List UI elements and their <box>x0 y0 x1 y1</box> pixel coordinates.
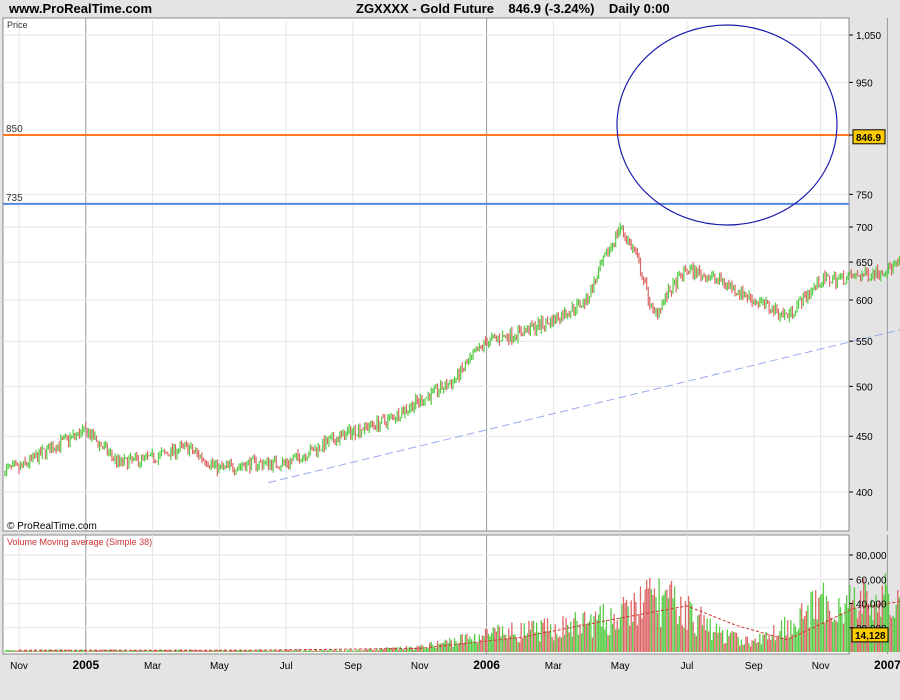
price-y-tick-label: 750 <box>856 190 873 201</box>
x-tick-label: May <box>611 661 630 672</box>
price-y-tick-label: 700 <box>856 223 873 234</box>
support-line-label: 735 <box>6 193 23 204</box>
price-y-axis: 4004505005506006507007508509501,050 <box>849 31 881 499</box>
volume-y-tick-label: 40,000 <box>856 600 887 611</box>
x-tick-label: Sep <box>344 661 362 672</box>
last-price-tag-value: 846.9 <box>856 133 881 144</box>
copyright-text: © ProRealTime.com <box>7 521 97 532</box>
price-panel-label: Price <box>7 20 28 30</box>
x-tick-label: Nov <box>411 661 429 672</box>
x-tick-label: Nov <box>10 661 28 672</box>
x-tick-label: Mar <box>545 661 563 672</box>
x-tick-label: 2005 <box>72 658 99 672</box>
x-tick-label: Jul <box>681 661 694 672</box>
volume-panel-label: Volume Moving average (Simple 38) <box>7 537 152 547</box>
price-y-tick-label: 550 <box>856 337 873 348</box>
x-tick-label: Mar <box>144 661 162 672</box>
price-y-tick-label: 600 <box>856 296 873 307</box>
gold-future-chart[interactable]: 850 735 Price © ProRealTime.com Volume M… <box>0 0 900 700</box>
x-axis: Nov 2005 Mar May Jul Sep Nov 2006 Mar May Jul Sep No… <box>10 658 900 672</box>
price-y-tick-label: 1,050 <box>856 31 881 42</box>
price-panel[interactable] <box>2 17 850 532</box>
x-tick-label: 2006 <box>473 658 500 672</box>
x-tick-label: Nov <box>812 661 830 672</box>
volume-y-tick-label: 80,000 <box>856 551 887 562</box>
x-tick-label: 2007 <box>874 658 900 672</box>
x-tick-label: Sep <box>745 661 763 672</box>
price-y-tick-label: 500 <box>856 382 873 393</box>
resistance-line-label: 850 <box>6 124 23 135</box>
price-y-tick-label: 650 <box>856 258 873 269</box>
x-tick-label: May <box>210 661 229 672</box>
last-volume-tag-value: 14,128 <box>855 631 886 642</box>
price-y-tick-label: 450 <box>856 432 873 443</box>
price-y-tick-label: 400 <box>856 488 873 499</box>
x-tick-label: Jul <box>280 661 293 672</box>
price-y-tick-label: 950 <box>856 78 873 89</box>
volume-y-tick-label: 60,000 <box>856 575 887 586</box>
